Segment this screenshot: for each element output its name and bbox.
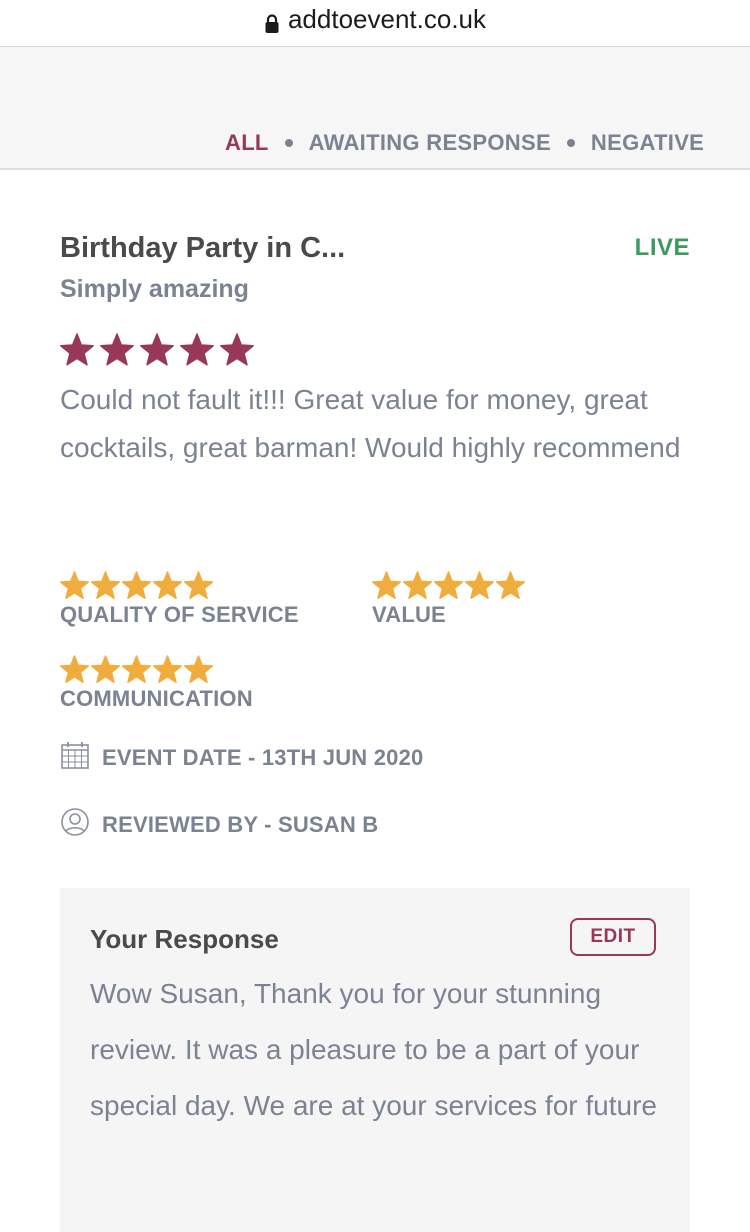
- filter-bar: ALL AWAITING RESPONSE NEGATIVE: [0, 47, 750, 170]
- rating-stars: [372, 571, 525, 600]
- star-icon: [60, 655, 89, 684]
- tab-all[interactable]: ALL: [225, 130, 269, 156]
- calendar-icon: [60, 740, 90, 775]
- star-icon: [184, 655, 213, 684]
- star-icon: [91, 655, 120, 684]
- star-icon: [91, 571, 120, 600]
- star-icon: [180, 333, 214, 367]
- lock-icon: [264, 10, 280, 33]
- overall-rating-stars: [60, 333, 254, 367]
- rating-label: COMMUNICATION: [60, 686, 253, 711]
- star-icon: [184, 571, 213, 600]
- response-panel: Your Response EDIT Wow Susan, Thank you …: [60, 888, 690, 1232]
- star-icon: [122, 571, 151, 600]
- tab-separator-dot: [566, 139, 575, 147]
- tab-awaiting-response[interactable]: AWAITING RESPONSE: [309, 130, 551, 156]
- status-badge: LIVE: [634, 234, 690, 261]
- response-title: Your Response: [90, 924, 279, 954]
- browser-url-bar[interactable]: addtoevent.co.uk: [0, 0, 750, 47]
- rating-label: VALUE: [372, 602, 446, 627]
- url-display[interactable]: addtoevent.co.uk: [264, 4, 486, 35]
- event-date-text: EVENT DATE - 13TH JUN 2020: [102, 744, 424, 770]
- star-icon: [60, 571, 89, 600]
- rating-communication: COMMUNICATION: [60, 655, 253, 712]
- star-icon: [122, 655, 151, 684]
- review-event-title[interactable]: Birthday Party in C...: [60, 232, 345, 265]
- review-body: Could not fault it!!! Great value for mo…: [60, 384, 681, 463]
- rating-value: VALUE: [372, 571, 525, 628]
- url-text: addtoevent.co.uk: [287, 3, 487, 34]
- tab-negative[interactable]: NEGATIVE: [591, 130, 704, 156]
- star-icon: [372, 571, 401, 600]
- star-icon: [100, 333, 134, 367]
- rating-stars: [60, 571, 299, 600]
- rating-label: QUALITY OF SERVICE: [60, 602, 299, 627]
- response-text: Wow Susan, Thank you for your stunning r…: [90, 978, 657, 1121]
- edit-response-button[interactable]: EDIT: [570, 918, 656, 956]
- reviewed-by-row: REVIEWED BY - SUSAN B: [60, 807, 378, 842]
- star-icon: [60, 333, 94, 367]
- star-icon: [403, 571, 432, 600]
- filter-tabs: ALL AWAITING RESPONSE NEGATIVE: [225, 130, 704, 156]
- star-icon: [153, 571, 182, 600]
- review-headline: Simply amazing: [60, 275, 249, 303]
- rating-stars: [60, 655, 253, 684]
- reviewed-by-text: REVIEWED BY - SUSAN B: [102, 811, 379, 837]
- tab-separator-dot: [284, 139, 293, 147]
- star-icon: [153, 655, 182, 684]
- event-date-row: EVENT DATE - 13TH JUN 2020: [60, 740, 423, 775]
- star-icon: [140, 333, 174, 367]
- star-icon: [220, 333, 254, 367]
- star-icon: [465, 571, 494, 600]
- star-icon: [496, 571, 525, 600]
- star-icon: [434, 571, 463, 600]
- user-icon: [60, 807, 90, 842]
- rating-quality-of-service: QUALITY OF SERVICE: [60, 571, 299, 628]
